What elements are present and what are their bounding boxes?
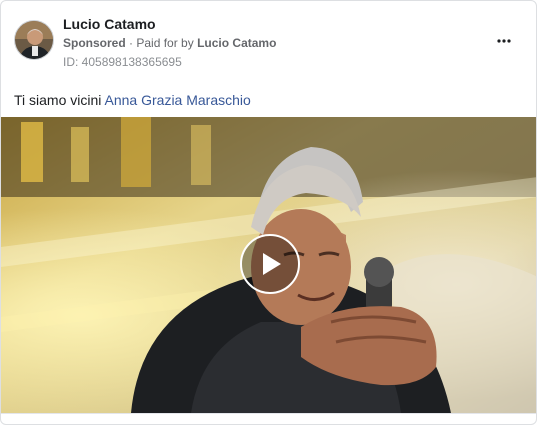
more-options-icon[interactable]	[492, 31, 516, 51]
sponsored-info: Sponsored · Paid for by Lucio Catamo	[63, 36, 276, 50]
caption-text: Ti siamo vicini	[14, 92, 105, 108]
play-icon[interactable]	[240, 234, 300, 294]
post-caption: Ti siamo vicini Anna Grazia Maraschio	[14, 92, 251, 108]
avatar[interactable]	[14, 20, 54, 60]
ad-id: ID: 405898138365695	[63, 55, 182, 69]
caption-mention-link[interactable]: Anna Grazia Maraschio	[105, 92, 251, 108]
divider	[1, 413, 536, 414]
post-header: Lucio Catamo Sponsored · Paid for by Luc…	[1, 1, 536, 81]
author-name[interactable]: Lucio Catamo	[63, 16, 156, 32]
paid-for-prefix: Paid for by	[136, 36, 194, 50]
sponsored-label: Sponsored	[63, 36, 126, 50]
paid-for-name: Lucio Catamo	[197, 36, 277, 50]
ad-card: Lucio Catamo Sponsored · Paid for by Luc…	[0, 0, 537, 425]
